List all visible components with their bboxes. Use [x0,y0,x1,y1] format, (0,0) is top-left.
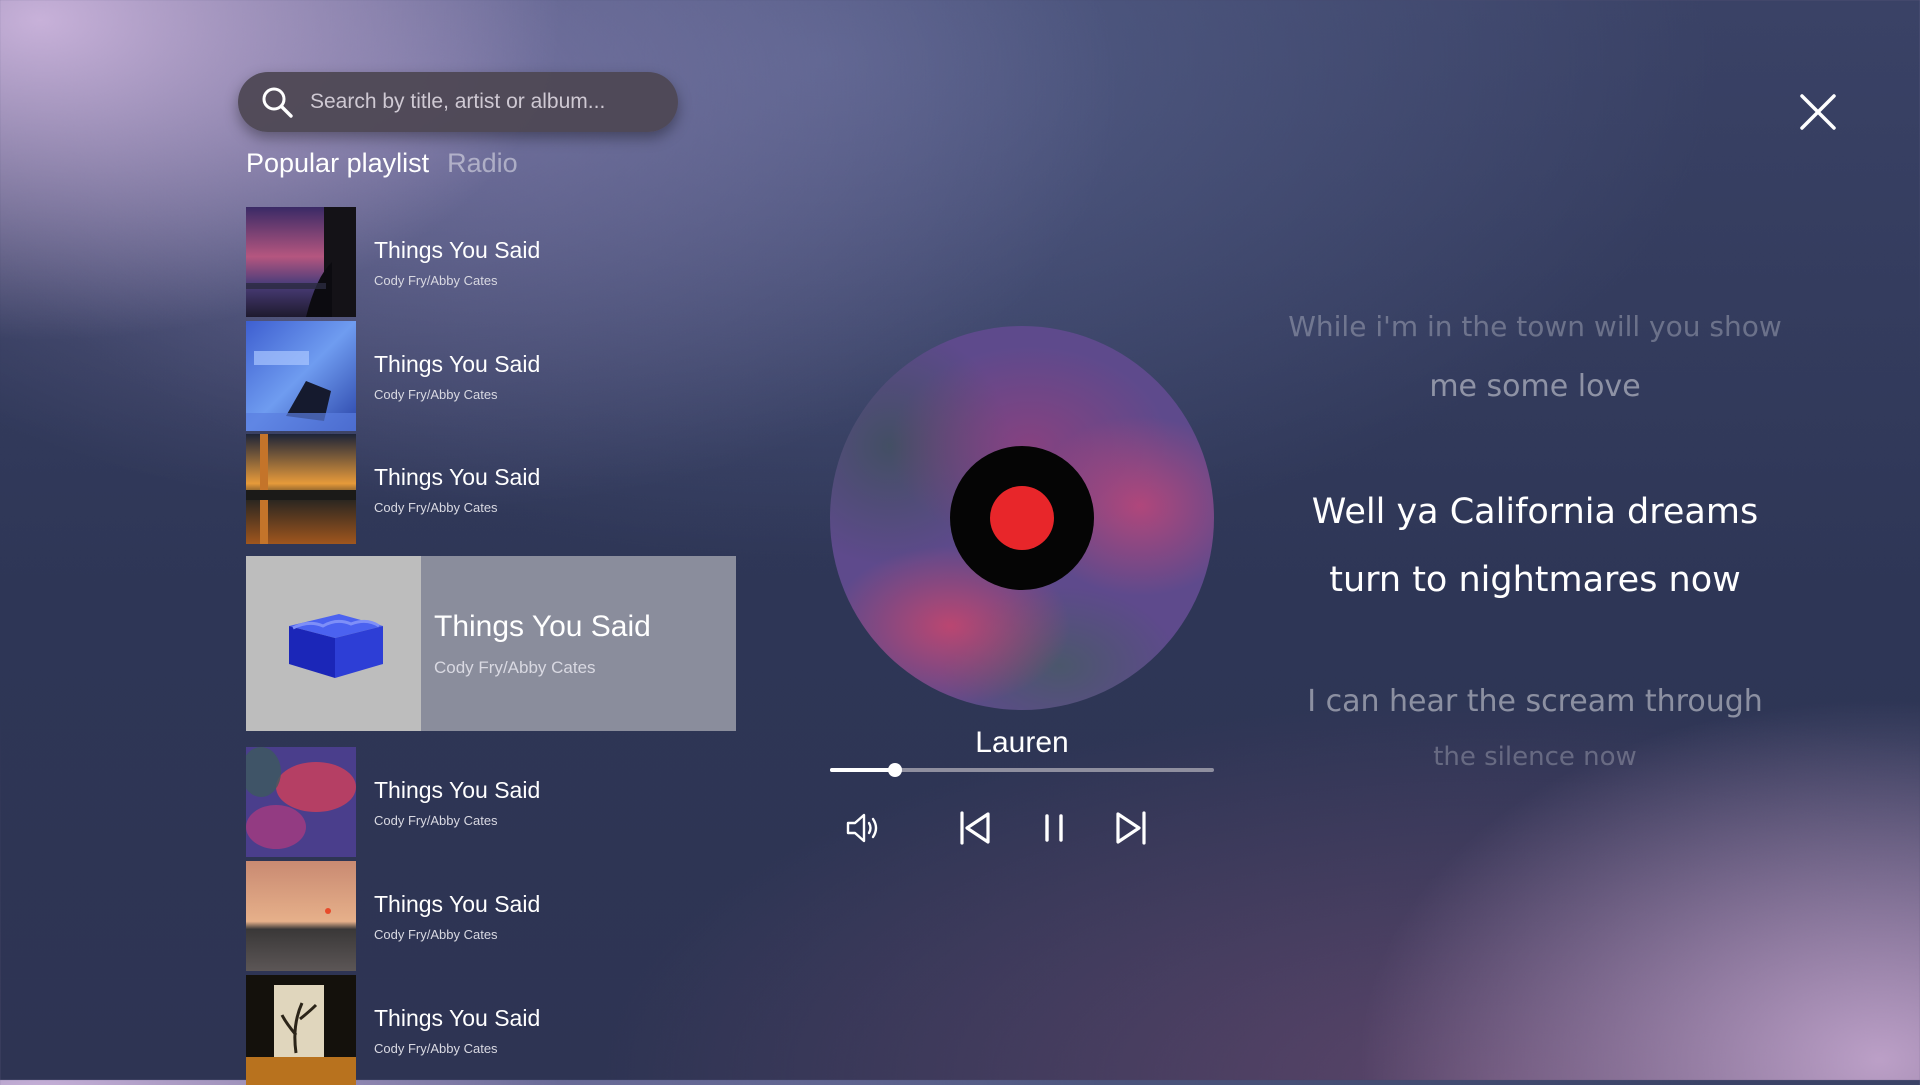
track-title: Things You Said [374,236,541,263]
search-bar[interactable] [238,72,678,132]
lyric-previous-line-1: While i'm in the town will you show [1288,310,1782,343]
playlist-item[interactable]: Things You Said Cody Fry/Abby Cates [246,975,736,1085]
track-title: Things You Said [374,776,541,803]
tab-radio[interactable]: Radio [447,148,518,179]
album-cover [246,861,356,971]
playlist-item[interactable]: Things You Said Cody Fry/Abby Cates [246,207,736,317]
track-title: Things You Said [374,350,541,377]
progress-knob[interactable] [888,763,903,777]
blue-cube-artwork [288,613,383,678]
playlist-item[interactable]: Things You Said Cody Fry/Abby Cates [246,434,736,544]
vinyl-label [950,446,1094,590]
next-icon[interactable] [1111,808,1151,848]
lyric-next-line-2: the silence now [1433,742,1637,772]
vinyl-center-dot [990,486,1054,550]
track-artist: Cody Fry/Abby Cates [434,657,596,677]
lyric-current-line-2: turn to nightmares now [1329,560,1741,600]
album-cover [246,207,356,317]
playlist-item-selected[interactable]: Things You Said Cody Fry/Abby Cates [246,556,736,731]
track-artist: Cody Fry/Abby Cates [374,812,498,828]
playlist-item[interactable]: Things You Said Cody Fry/Abby Cates [246,861,736,971]
track-artist: Cody Fry/Abby Cates [374,926,498,942]
track-title: Things You Said [374,463,541,490]
lyric-next-line-1: I can hear the scream through [1307,684,1763,719]
vinyl-disc-artwork [830,326,1214,710]
track-title: Things You Said [374,1004,541,1031]
track-artist: Cody Fry/Abby Cates [374,272,498,288]
progress-bar[interactable] [830,763,1214,777]
search-input[interactable] [308,89,662,115]
album-cover [246,975,356,1085]
lyric-previous-line-2: me some love [1429,369,1641,404]
progress-fill [830,768,896,772]
album-cover [246,556,421,731]
album-cover [246,321,356,431]
track-artist: Cody Fry/Abby Cates [374,1040,498,1056]
playlist-item[interactable]: Things You Said Cody Fry/Abby Cates [246,321,736,431]
pause-icon[interactable] [1034,808,1074,848]
album-cover [246,434,356,544]
track-title: Things You Said [434,609,651,643]
search-icon [262,87,293,118]
lyric-current-line-1: Well ya California dreams [1311,492,1759,532]
volume-icon[interactable] [844,808,884,848]
previous-icon[interactable] [955,808,995,848]
playlist-item[interactable]: Things You Said Cody Fry/Abby Cates [246,747,736,857]
track-artist: Cody Fry/Abby Cates [374,386,498,402]
close-icon[interactable] [1798,92,1838,132]
track-title: Things You Said [374,890,541,917]
tab-bar: Popular playlist Radio [246,148,518,179]
album-cover [246,747,356,857]
tab-popular-playlist[interactable]: Popular playlist [246,148,429,179]
track-artist: Cody Fry/Abby Cates [374,499,498,515]
now-playing-title: Lauren [975,726,1069,759]
